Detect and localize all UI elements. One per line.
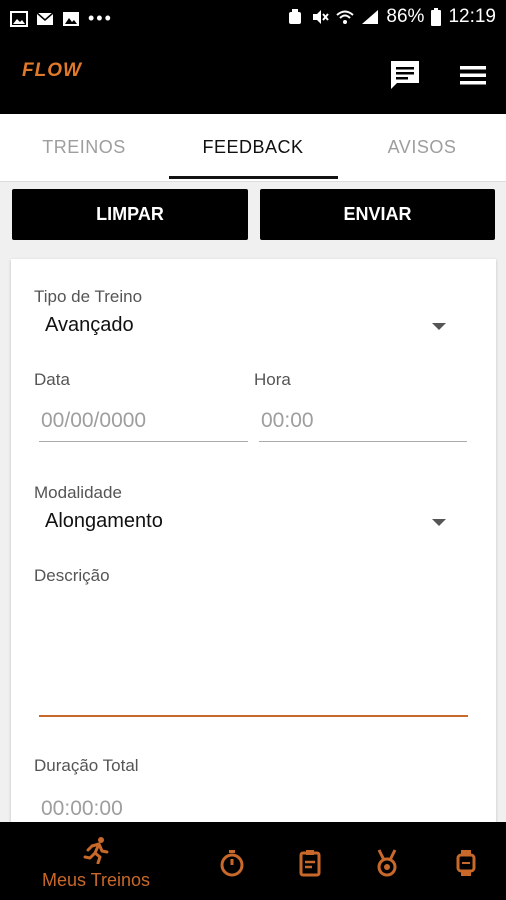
tab-feedback[interactable]: FEEDBACK — [169, 114, 337, 182]
time-underline — [259, 441, 467, 442]
runner-icon — [83, 837, 109, 864]
time-label: Hora — [254, 370, 291, 389]
send-button[interactable]: ENVIAR — [260, 189, 495, 240]
description-label: Descrição — [34, 566, 110, 585]
date-underline — [39, 441, 248, 442]
date-label: Data — [34, 370, 70, 389]
tab-bar: TREINOS FEEDBACK AVISOS — [0, 114, 506, 182]
modality-value: Alongamento — [45, 510, 163, 532]
feedback-form: Tipo de Treino Avançado Data 00/00/0000 … — [11, 259, 496, 900]
nav-watch[interactable] — [446, 822, 486, 900]
battery-icon — [431, 8, 442, 26]
total-duration-label: Duração Total — [34, 756, 139, 775]
app-bar: FLOW — [0, 36, 506, 114]
mail-notification-icon — [36, 11, 54, 25]
date-placeholder: 00/00/0000 — [41, 409, 147, 432]
time-field[interactable]: 00:00 — [259, 399, 467, 443]
gallery-notification-icon — [63, 11, 79, 26]
wifi-icon — [336, 10, 355, 24]
total-duration-placeholder: 00:00:00 — [41, 797, 123, 820]
more-notifications-icon: ••• — [88, 8, 113, 28]
description-input[interactable] — [39, 594, 468, 719]
nav-meus-treinos[interactable]: Meus Treinos — [36, 822, 156, 900]
status-bar: ••• 86% 12:19 — [0, 0, 506, 36]
modality-select[interactable]: Alongamento — [34, 505, 454, 539]
tab-avisos[interactable]: AVISOS — [338, 114, 506, 182]
chevron-down-icon — [432, 323, 446, 330]
battery-percent: 86% — [386, 6, 425, 27]
nav-stopwatch[interactable] — [212, 822, 252, 900]
active-tab-indicator — [169, 176, 338, 179]
nav-meus-treinos-label: Meus Treinos — [41, 870, 151, 890]
clipboard-icon — [299, 850, 321, 877]
date-field[interactable]: 00/00/0000 — [39, 399, 248, 443]
chat-button[interactable] — [388, 58, 422, 92]
chat-icon — [391, 61, 419, 89]
nav-medal[interactable] — [367, 822, 407, 900]
stopwatch-icon — [220, 850, 244, 877]
medal-icon — [377, 849, 397, 877]
modality-label: Modalidade — [34, 483, 122, 502]
image-notification-icon — [10, 10, 28, 27]
alarm-icon — [289, 9, 302, 24]
training-type-label: Tipo de Treino — [34, 287, 143, 306]
watch-icon — [456, 850, 476, 876]
mute-icon — [313, 10, 330, 24]
app-logo: FLOW — [22, 60, 82, 81]
chevron-down-icon — [432, 519, 446, 526]
training-type-value: Avançado — [45, 314, 134, 336]
menu-button[interactable] — [456, 58, 490, 92]
nav-clipboard[interactable] — [290, 822, 330, 900]
hamburger-menu-icon — [460, 66, 486, 85]
bottom-navigation: Meus Treinos — [0, 822, 506, 900]
clear-button[interactable]: LIMPAR — [12, 189, 248, 240]
training-type-select[interactable]: Avançado — [34, 309, 454, 343]
tab-treinos[interactable]: TREINOS — [0, 114, 168, 182]
clock: 12:19 — [448, 6, 496, 27]
description-underline — [39, 715, 468, 717]
signal-icon — [362, 10, 379, 24]
time-placeholder: 00:00 — [261, 409, 314, 432]
